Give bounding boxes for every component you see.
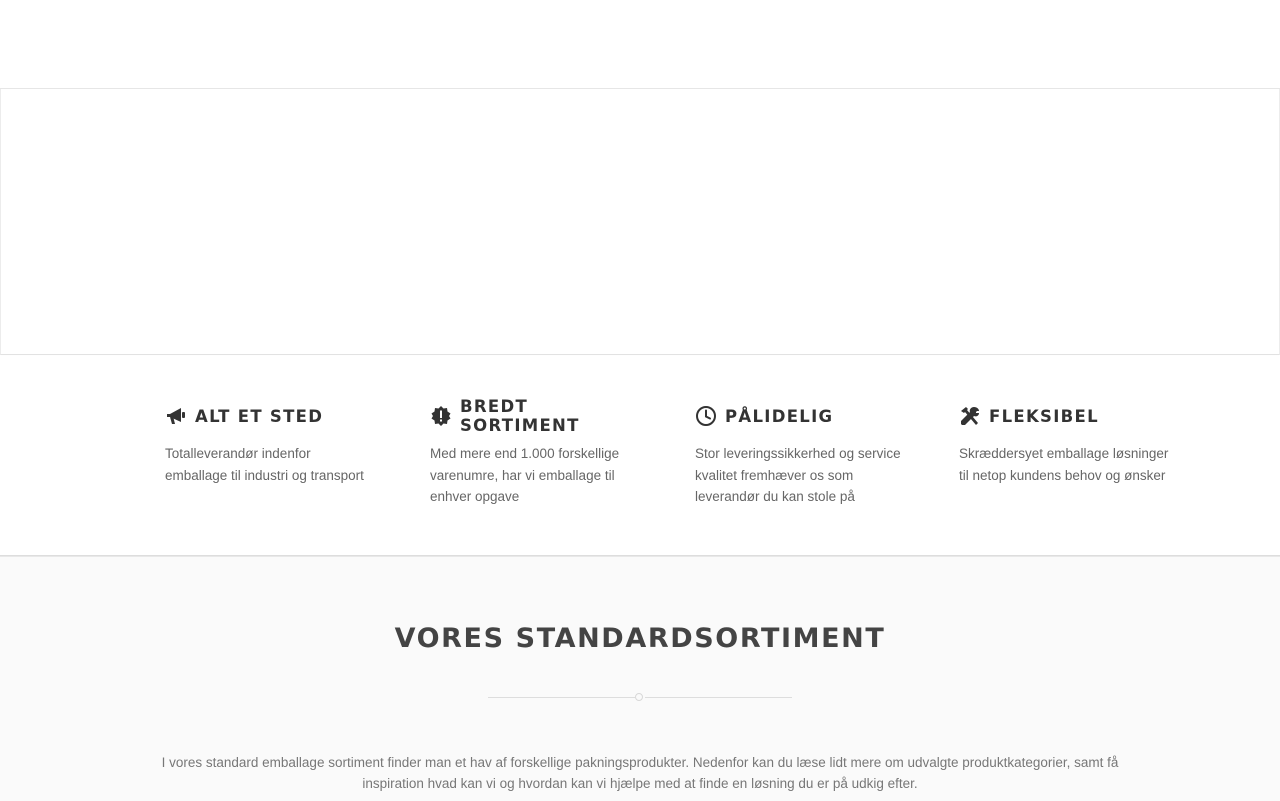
feature-alt-et-sted: ALT ET STED Totalleverandør indenfor emb… [165,404,375,486]
feature-title-row: BREDT SORTIMENT [430,397,640,435]
megaphone-icon [165,405,187,427]
feature-title-row: FLEKSIBEL [959,404,1169,428]
feature-description: Skræddersyet emballage løsninger til net… [959,446,1169,483]
feature-description: Stor leveringssikkerhed og service kvali… [695,446,901,504]
feature-heading: BREDT SORTIMENT [460,397,580,435]
standard-sortiment-section: VORES STANDARDSORTIMENT I vores standard… [0,556,1280,801]
feature-title-row: ALT ET STED [165,404,375,428]
divider-dot-icon [635,693,643,701]
site-header [0,0,1280,89]
clock-icon [695,405,717,427]
section-intro-text: I vores standard emballage sortiment fin… [161,754,1119,792]
tools-icon [959,405,981,427]
title-divider [488,693,792,701]
feature-heading: PÅLIDELIG [725,406,834,426]
feature-fleksibel: FLEKSIBEL Skræddersyet emballage løsning… [959,404,1169,486]
certificate-exclamation-icon [430,405,452,427]
features-section: ALT ET STED Totalleverandør indenfor emb… [0,356,1280,556]
feature-description: Totalleverandør indenfor emballage til i… [165,446,364,483]
hero-banner [0,89,1280,355]
feature-description: Med mere end 1.000 forskellige varenumre… [430,446,620,504]
feature-heading: ALT ET STED [195,406,324,426]
feature-paalidelig: PÅLIDELIG Stor leveringssikkerhed og ser… [695,404,905,508]
section-title: VORES STANDARDSORTIMENT [394,623,886,654]
feature-heading: FLEKSIBEL [989,406,1099,426]
feature-bredt-sortiment: BREDT SORTIMENT Med mere end 1.000 forsk… [430,397,640,508]
feature-title-row: PÅLIDELIG [695,404,905,428]
